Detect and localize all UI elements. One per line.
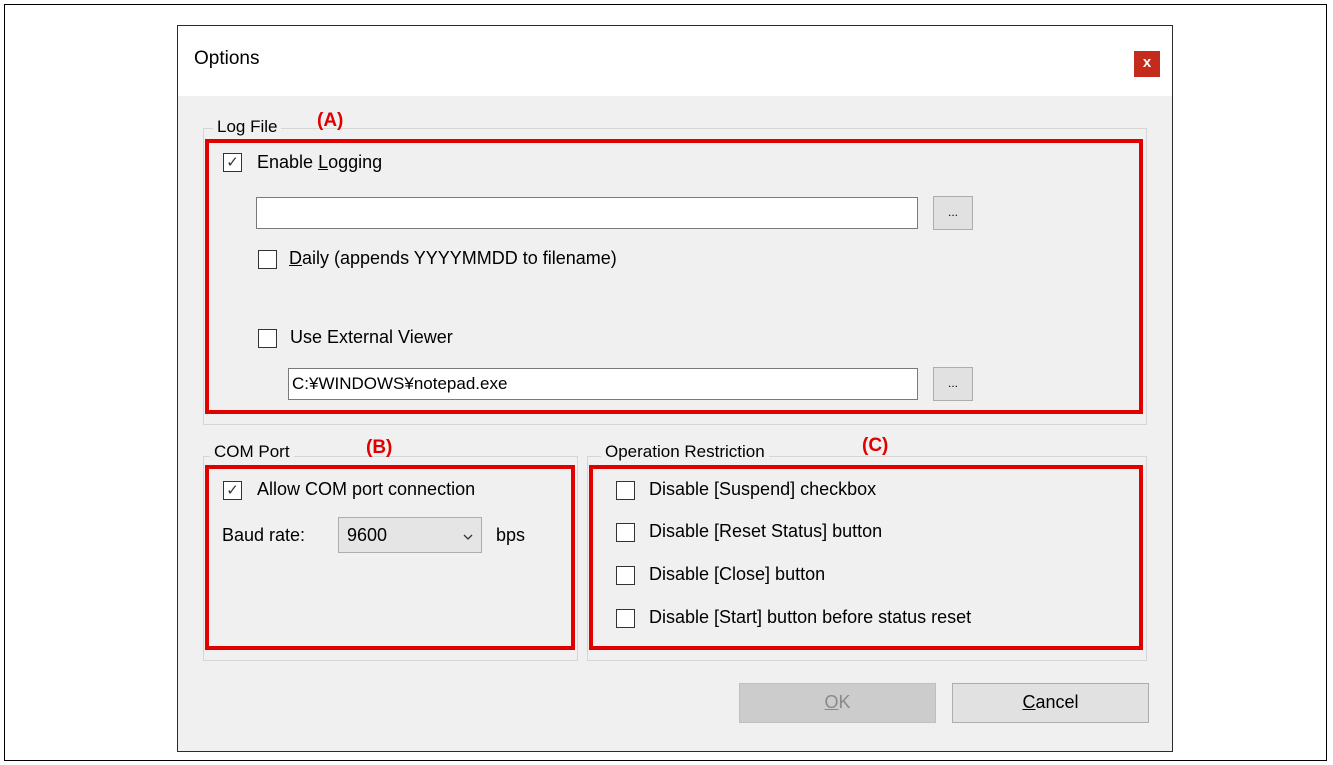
log-file-legend: Log File bbox=[213, 117, 282, 137]
baud-rate-select[interactable]: 9600 bbox=[338, 517, 482, 553]
annotation-marker-b: (B) bbox=[366, 437, 393, 458]
log-path-browse-button[interactable]: ... bbox=[933, 196, 973, 230]
daily-label: Daily (appends YYYYMMDD to filename) bbox=[289, 248, 617, 268]
use-external-viewer-checkbox[interactable] bbox=[258, 329, 277, 348]
annotation-marker-c: (C) bbox=[862, 435, 889, 456]
ok-button[interactable]: OK bbox=[739, 683, 936, 723]
allow-com-port-checkbox[interactable]: ✓ bbox=[223, 481, 242, 500]
disable-start-label: Disable [Start] button before status res… bbox=[649, 607, 972, 627]
disable-close-checkbox[interactable] bbox=[616, 566, 635, 585]
baud-rate-value: 9600 bbox=[347, 525, 388, 545]
viewer-path-browse-button[interactable]: ... bbox=[933, 367, 973, 401]
baud-unit-label: bps bbox=[496, 525, 526, 545]
cancel-button[interactable]: Cancel bbox=[952, 683, 1149, 723]
close-button[interactable]: x bbox=[1134, 51, 1160, 77]
daily-checkbox[interactable] bbox=[258, 250, 277, 269]
checkmark-icon: ✓ bbox=[226, 154, 239, 171]
disable-close-label: Disable [Close] button bbox=[649, 564, 826, 584]
annotation-marker-a: (A) bbox=[317, 110, 344, 131]
disable-reset-status-label: Disable [Reset Status] button bbox=[649, 521, 883, 541]
disable-suspend-label: Disable [Suspend] checkbox bbox=[649, 479, 877, 499]
allow-com-port-label: Allow COM port connection bbox=[257, 479, 476, 499]
log-path-input[interactable] bbox=[256, 197, 918, 229]
chevron-down-icon bbox=[463, 534, 473, 540]
operation-restriction-legend: Operation Restriction bbox=[601, 442, 769, 462]
com-port-legend: COM Port bbox=[210, 442, 294, 462]
disable-suspend-checkbox[interactable] bbox=[616, 481, 635, 500]
enable-logging-label: Enable Logging bbox=[257, 152, 383, 172]
disable-reset-status-checkbox[interactable] bbox=[616, 523, 635, 542]
baud-rate-label: Baud rate: bbox=[222, 525, 306, 545]
title-bar: Options bbox=[178, 26, 1172, 96]
checkmark-icon: ✓ bbox=[226, 482, 239, 499]
use-external-viewer-label: Use External Viewer bbox=[290, 327, 453, 347]
enable-logging-checkbox[interactable]: ✓ bbox=[223, 153, 242, 172]
viewer-path-input[interactable]: C:¥WINDOWS¥notepad.exe bbox=[288, 368, 918, 400]
dialog-title: Options bbox=[194, 48, 260, 69]
disable-start-checkbox[interactable] bbox=[616, 609, 635, 628]
